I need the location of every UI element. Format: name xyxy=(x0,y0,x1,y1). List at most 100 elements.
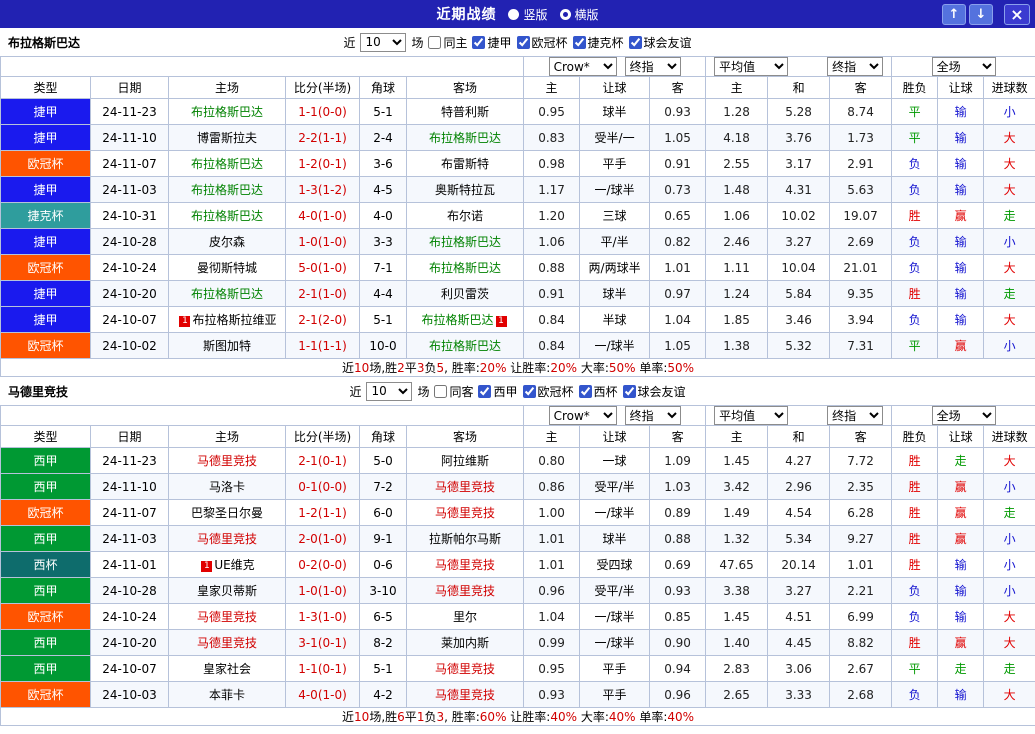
radio-icon[interactable] xyxy=(508,8,520,20)
checkbox-input[interactable] xyxy=(522,384,536,398)
match-score[interactable]: 4-0(1-0) xyxy=(285,681,360,708)
result-scope-select[interactable]: 全场 xyxy=(931,406,996,425)
move-down-button[interactable]: ↓ xyxy=(969,3,993,25)
away-team-link[interactable]: 布拉格斯巴达 xyxy=(422,313,494,327)
home-team-link[interactable]: 布拉格斯巴达 xyxy=(191,157,263,171)
layout-radio-vertical[interactable]: 竖版 xyxy=(508,6,548,23)
match-score[interactable]: 1-3(1-2) xyxy=(285,176,360,203)
filter-checkbox[interactable]: 西杯 xyxy=(578,383,618,400)
home-team-link[interactable]: 马德里竞技 xyxy=(197,636,257,650)
home-team-link[interactable]: 皇家社会 xyxy=(203,662,251,676)
match-score[interactable]: 2-0(1-0) xyxy=(285,525,360,552)
euro-odds-company-select[interactable]: 平均值 xyxy=(714,406,789,425)
filter-checkbox[interactable]: 同客 xyxy=(434,383,473,400)
away-team-link[interactable]: 布尔诺 xyxy=(447,209,483,223)
home-team-link[interactable]: UE维克 xyxy=(214,558,254,572)
match-score[interactable]: 1-3(1-0) xyxy=(285,603,360,630)
euro-odds-time-select[interactable]: 终指 xyxy=(827,406,884,425)
away-team-link[interactable]: 马德里竞技 xyxy=(435,584,495,598)
result-handicap: 输 xyxy=(937,124,985,151)
checkbox-input[interactable] xyxy=(478,384,492,398)
match-score[interactable]: 2-2(1-1) xyxy=(285,124,360,151)
away-team-link[interactable]: 布拉格斯巴达 xyxy=(429,235,501,249)
asian-odds-company-select[interactable]: Crow* xyxy=(548,57,617,76)
filter-checkbox[interactable]: 西甲 xyxy=(478,383,518,400)
home-team-link[interactable]: 布拉格斯巴达 xyxy=(191,209,263,223)
match-score[interactable]: 1-0(1-0) xyxy=(285,577,360,604)
away-team-link[interactable]: 拉斯帕尔马斯 xyxy=(429,532,501,546)
filter-checkbox[interactable]: 球会友谊 xyxy=(622,383,686,400)
home-team-link[interactable]: 斯图加特 xyxy=(203,339,251,353)
euro-odds-company-select[interactable]: 平均值 xyxy=(714,57,789,76)
away-team-link[interactable]: 马德里竞技 xyxy=(435,480,495,494)
close-button[interactable]: × xyxy=(1004,3,1030,25)
away-team-link[interactable]: 布拉格斯巴达 xyxy=(429,261,501,275)
away-team-link[interactable]: 利贝雷茨 xyxy=(441,287,489,301)
away-team-link[interactable]: 里尔 xyxy=(453,610,477,624)
match-score[interactable]: 0-2(0-0) xyxy=(285,551,360,578)
checkbox-input[interactable] xyxy=(622,384,636,398)
home-team-link[interactable]: 布拉格斯巴达 xyxy=(191,287,263,301)
checkbox-input[interactable] xyxy=(434,384,448,398)
checkbox-input[interactable] xyxy=(572,35,586,49)
match-score[interactable]: 1-2(1-1) xyxy=(285,499,360,526)
match-count-select[interactable]: 10 xyxy=(366,381,413,401)
match-score[interactable]: 1-0(1-0) xyxy=(285,228,360,255)
away-team-link[interactable]: 布拉格斯巴达 xyxy=(429,339,501,353)
home-team-link[interactable]: 马洛卡 xyxy=(209,480,245,494)
result-scope-select[interactable]: 全场 xyxy=(931,57,996,76)
away-team-link[interactable]: 马德里竞技 xyxy=(435,662,495,676)
match-score[interactable]: 1-2(0-1) xyxy=(285,150,360,177)
home-team-link[interactable]: 布拉格斯拉维亚 xyxy=(192,313,276,327)
checkbox-input[interactable] xyxy=(472,35,486,49)
home-team-link[interactable]: 本菲卡 xyxy=(209,688,245,702)
away-team-link[interactable]: 马德里竞技 xyxy=(435,506,495,520)
match-score[interactable]: 1-1(1-1) xyxy=(285,332,360,359)
match-score[interactable]: 4-0(1-0) xyxy=(285,202,360,229)
filter-checkbox[interactable]: 欧冠杯 xyxy=(522,383,574,400)
match-score[interactable]: 3-1(0-1) xyxy=(285,629,360,656)
home-team-link[interactable]: 博雷斯拉夫 xyxy=(197,131,257,145)
asian-odds-time-select[interactable]: 终指 xyxy=(624,57,681,76)
match-score[interactable]: 2-1(1-0) xyxy=(285,280,360,307)
filter-checkbox[interactable]: 同主 xyxy=(428,34,467,51)
asian-odds-company-select[interactable]: Crow* xyxy=(548,406,617,425)
radio-icon[interactable] xyxy=(559,8,571,20)
home-team-link[interactable]: 马德里竞技 xyxy=(197,454,257,468)
filter-checkbox[interactable]: 球会友谊 xyxy=(628,34,692,51)
filter-checkbox[interactable]: 捷克杯 xyxy=(572,34,624,51)
away-team-link[interactable]: 马德里竞技 xyxy=(435,558,495,572)
away-team-link[interactable]: 莱加内斯 xyxy=(441,636,489,650)
match-score[interactable]: 2-1(2-0) xyxy=(285,306,360,333)
match-score[interactable]: 5-0(1-0) xyxy=(285,254,360,281)
away-team-link[interactable]: 布拉格斯巴达 xyxy=(429,131,501,145)
home-team-link[interactable]: 皮尔森 xyxy=(209,235,245,249)
home-team-link[interactable]: 马德里竞技 xyxy=(197,532,257,546)
home-team-link[interactable]: 曼彻斯特城 xyxy=(197,261,257,275)
match-score[interactable]: 1-1(0-1) xyxy=(285,655,360,682)
match-score[interactable]: 2-1(0-1) xyxy=(285,447,360,474)
away-team-link[interactable]: 阿拉维斯 xyxy=(441,454,489,468)
home-team-link[interactable]: 马德里竞技 xyxy=(197,610,257,624)
checkbox-input[interactable] xyxy=(516,35,530,49)
move-up-button[interactable]: ↑ xyxy=(942,3,966,25)
away-team-link[interactable]: 布雷斯特 xyxy=(441,157,489,171)
match-score[interactable]: 1-1(0-0) xyxy=(285,98,360,125)
asian-odds-time-select[interactable]: 终指 xyxy=(624,406,681,425)
away-team-link[interactable]: 特普利斯 xyxy=(441,105,489,119)
filter-checkbox[interactable]: 捷甲 xyxy=(472,34,512,51)
checkbox-input[interactable] xyxy=(628,35,642,49)
home-team-link[interactable]: 布拉格斯巴达 xyxy=(191,105,263,119)
checkbox-input[interactable] xyxy=(578,384,592,398)
match-count-select[interactable]: 10 xyxy=(360,32,407,52)
home-team-link[interactable]: 巴黎圣日尔曼 xyxy=(191,506,263,520)
filter-checkbox[interactable]: 欧冠杯 xyxy=(516,34,568,51)
home-team-link[interactable]: 布拉格斯巴达 xyxy=(191,183,263,197)
layout-radio-horizontal[interactable]: 横版 xyxy=(559,6,599,23)
match-score[interactable]: 0-1(0-0) xyxy=(285,473,360,500)
away-team-link[interactable]: 马德里竞技 xyxy=(435,688,495,702)
home-team-link[interactable]: 皇家贝蒂斯 xyxy=(197,584,257,598)
away-team-link[interactable]: 奥斯特拉瓦 xyxy=(435,183,495,197)
checkbox-input[interactable] xyxy=(428,35,442,49)
euro-odds-time-select[interactable]: 终指 xyxy=(827,57,884,76)
